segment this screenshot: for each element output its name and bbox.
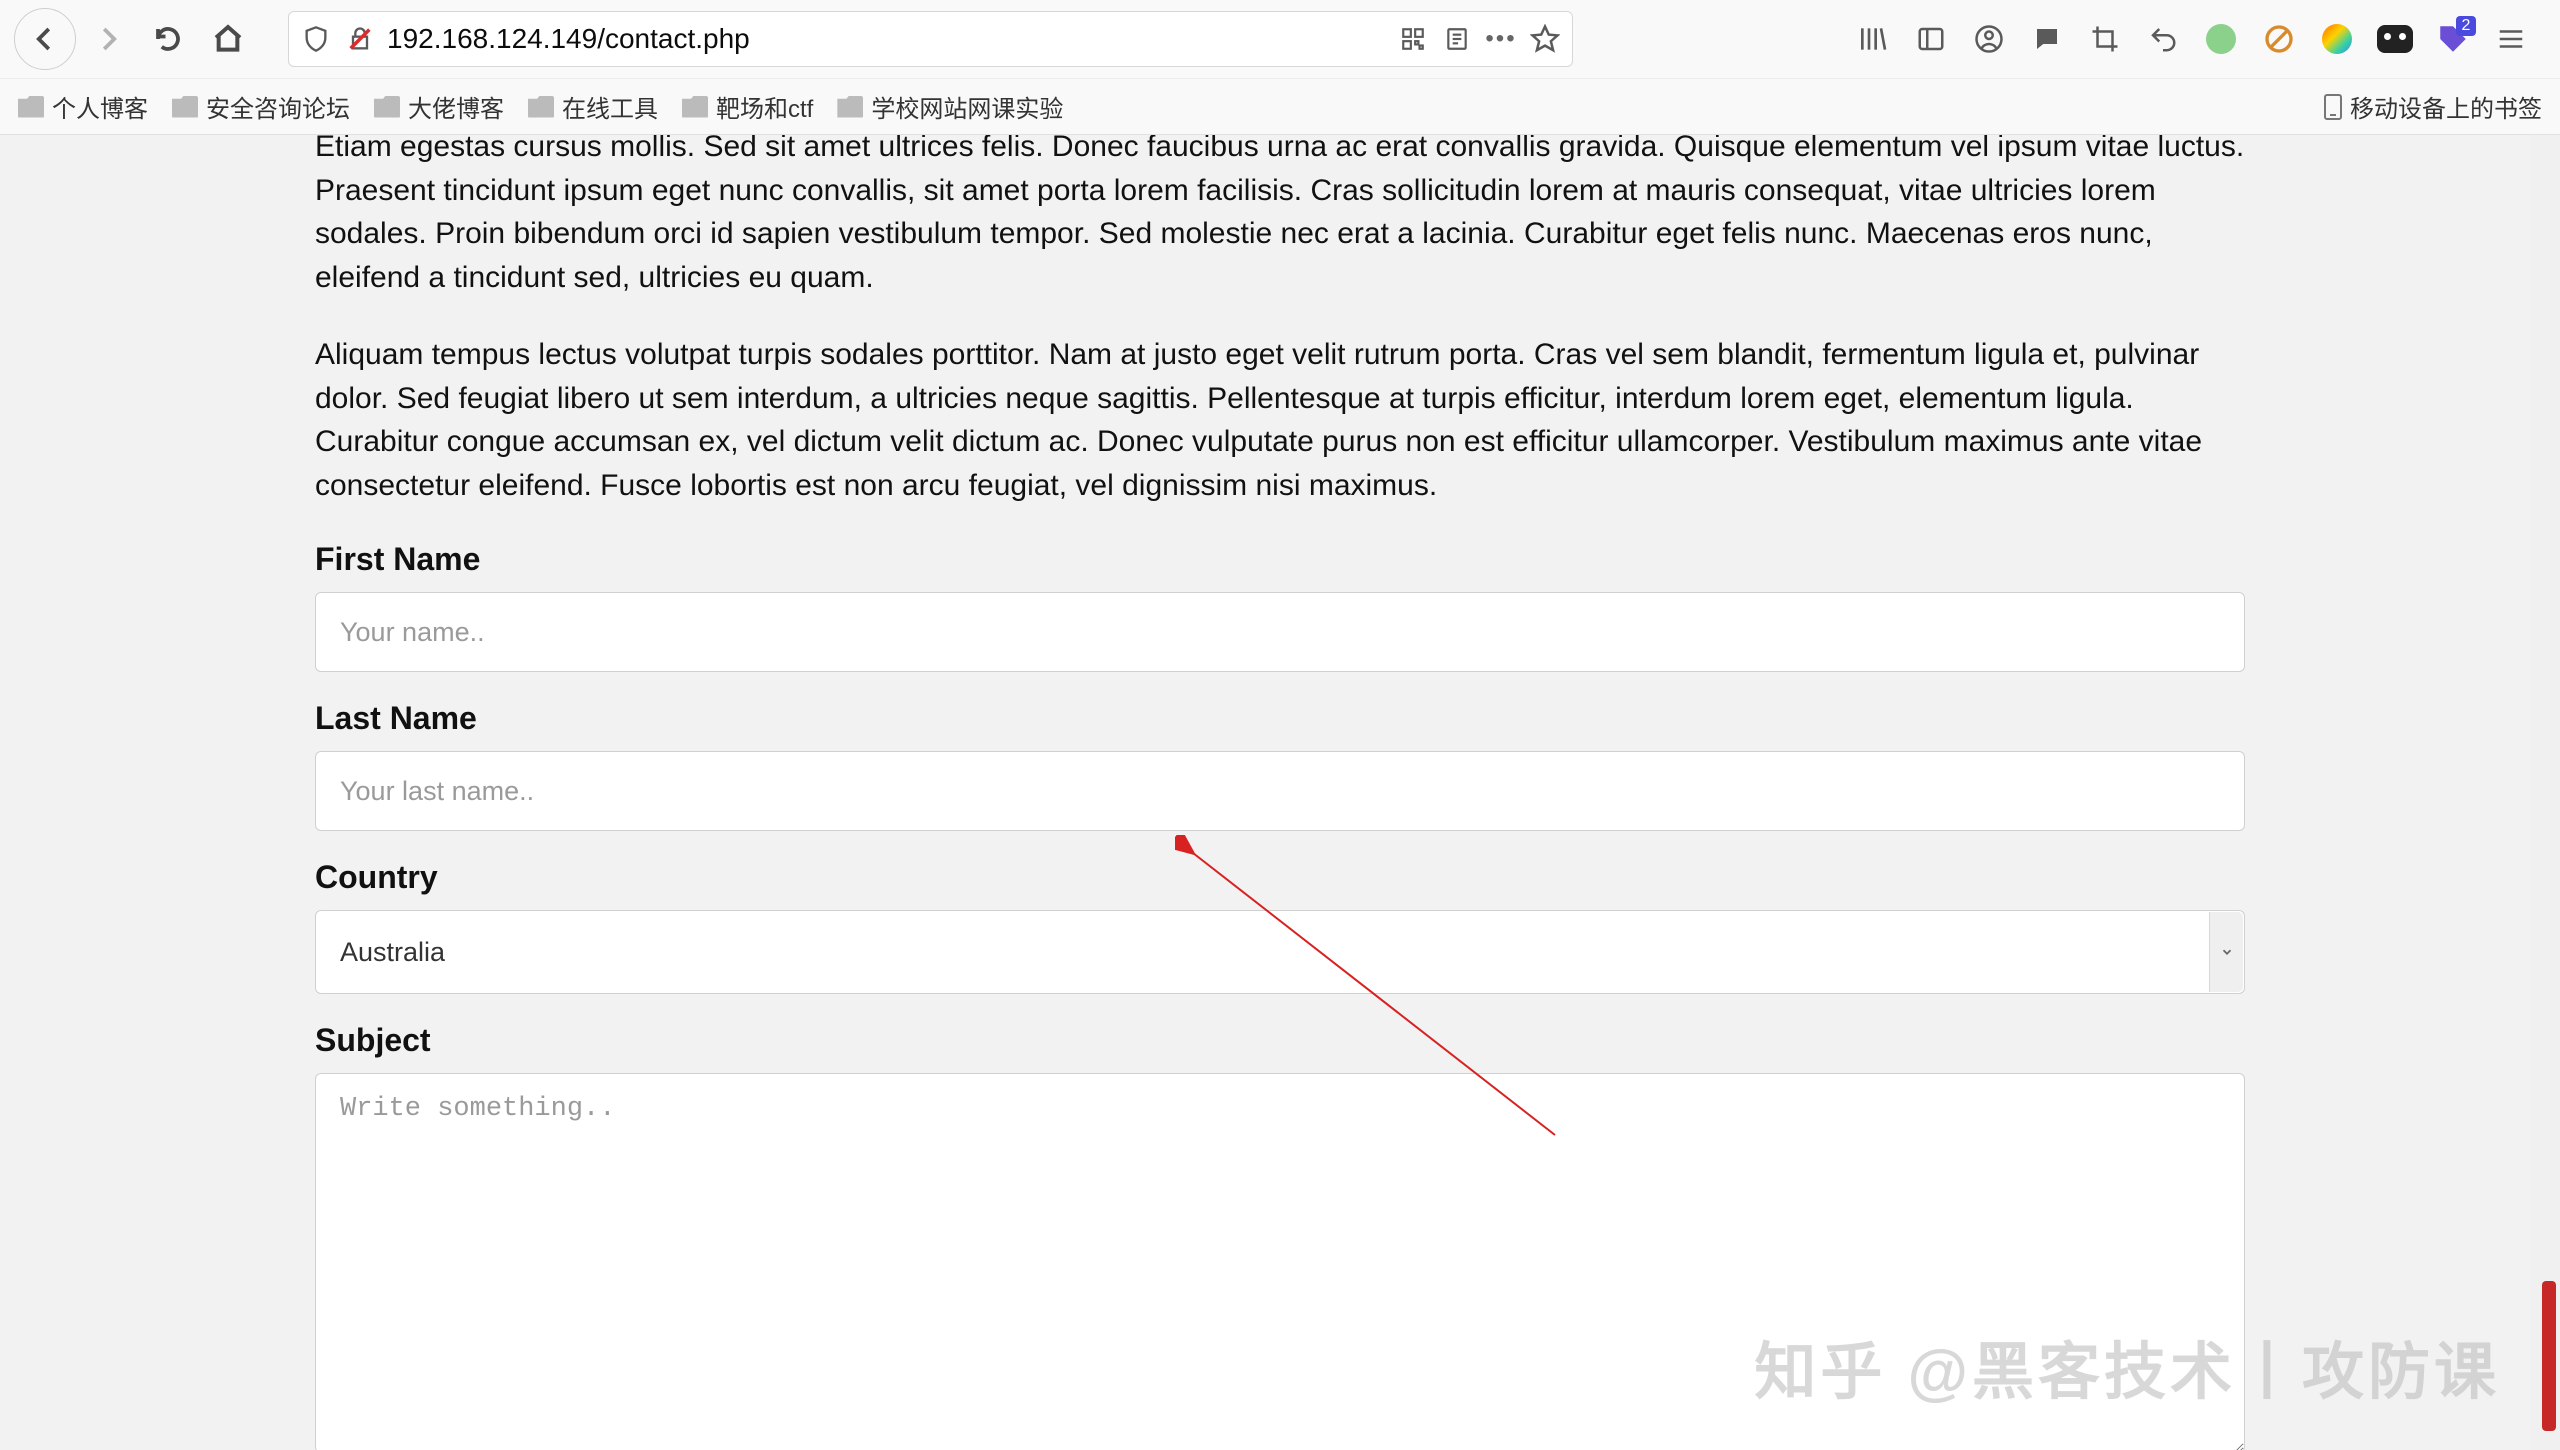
scrollbar-thumb[interactable] bbox=[2542, 1281, 2556, 1431]
last-name-input[interactable] bbox=[315, 751, 2245, 831]
subject-label: Subject bbox=[315, 1022, 2245, 1059]
qr-icon[interactable] bbox=[1396, 22, 1430, 56]
first-name-input[interactable] bbox=[315, 592, 2245, 672]
url-bar[interactable]: 192.168.124.149/contact.php ••• bbox=[288, 11, 1573, 67]
paragraph: Etiam egestas cursus mollis. Sed sit ame… bbox=[315, 135, 2245, 299]
bookmark-folder[interactable]: 安全咨询论坛 bbox=[172, 89, 350, 124]
shield-icon bbox=[299, 22, 333, 56]
bookmark-folder[interactable]: 在线工具 bbox=[528, 89, 658, 124]
bookmark-label: 移动设备上的书签 bbox=[2350, 89, 2542, 124]
ext-noentry-icon[interactable] bbox=[2254, 14, 2304, 64]
folder-icon bbox=[528, 96, 554, 118]
country-label: Country bbox=[315, 859, 2245, 896]
ext-tag-icon[interactable]: 2 bbox=[2428, 14, 2478, 64]
reload-button[interactable] bbox=[140, 11, 196, 67]
bookmark-label: 个人博客 bbox=[52, 89, 148, 124]
bookmark-folder[interactable]: 个人博客 bbox=[18, 89, 148, 124]
folder-icon bbox=[837, 96, 863, 118]
crop-icon[interactable] bbox=[2080, 14, 2130, 64]
folder-icon bbox=[172, 96, 198, 118]
url-right-icons: ••• bbox=[1396, 22, 1562, 56]
bookmark-folder[interactable]: 靶场和ctf bbox=[682, 89, 813, 124]
scrollbar-track[interactable] bbox=[2530, 135, 2560, 1450]
page-content: Etiam egestas cursus mollis. Sed sit ame… bbox=[315, 135, 2245, 1450]
country-select-wrap: Australia bbox=[315, 910, 2245, 994]
bookmark-label: 安全咨询论坛 bbox=[206, 89, 350, 124]
back-button[interactable] bbox=[14, 8, 76, 70]
page-actions-icon[interactable]: ••• bbox=[1484, 22, 1518, 56]
account-icon[interactable] bbox=[1964, 14, 2014, 64]
bookmark-label: 大佬博客 bbox=[408, 89, 504, 124]
select-chevron-icon[interactable] bbox=[2209, 912, 2243, 992]
home-button[interactable] bbox=[200, 11, 256, 67]
folder-icon bbox=[18, 96, 44, 118]
bookmark-star-icon[interactable] bbox=[1528, 22, 1562, 56]
bookmark-label: 在线工具 bbox=[562, 89, 658, 124]
toolbar-right: 2 bbox=[1848, 14, 2546, 64]
reader-icon[interactable] bbox=[1440, 22, 1474, 56]
browser-chrome: 192.168.124.149/contact.php ••• bbox=[0, 0, 2560, 135]
watermark: 知乎 @黑客技术丨攻防课 bbox=[1754, 1321, 2500, 1411]
ext-badge: 2 bbox=[2456, 16, 2476, 36]
url-text[interactable]: 192.168.124.149/contact.php bbox=[387, 23, 1386, 55]
bookmark-folder[interactable]: 学校网站网课实验 bbox=[837, 89, 1063, 124]
nav-row: 192.168.124.149/contact.php ••• bbox=[0, 0, 2560, 78]
library-icon[interactable] bbox=[1848, 14, 1898, 64]
bookmarks-bar: 个人博客 安全咨询论坛 大佬博客 在线工具 靶场和ctf 学校网站网课实验 移动… bbox=[0, 78, 2560, 134]
mobile-bookmarks[interactable]: 移动设备上的书签 bbox=[2324, 89, 2542, 124]
last-name-label: Last Name bbox=[315, 700, 2245, 737]
ext-face-icon[interactable] bbox=[2370, 14, 2420, 64]
sidebar-icon[interactable] bbox=[1906, 14, 1956, 64]
ext-green-dot-icon[interactable] bbox=[2196, 14, 2246, 64]
mobile-icon bbox=[2324, 94, 2342, 120]
insecure-icon bbox=[343, 22, 377, 56]
forward-button[interactable] bbox=[80, 11, 136, 67]
bookmark-label: 靶场和ctf bbox=[716, 89, 813, 124]
ext-rainbow-icon[interactable] bbox=[2312, 14, 2362, 64]
undo-icon[interactable] bbox=[2138, 14, 2188, 64]
paragraph: Aliquam tempus lectus volutpat turpis so… bbox=[315, 333, 2245, 507]
page-viewport: Etiam egestas cursus mollis. Sed sit ame… bbox=[0, 135, 2560, 1450]
first-name-label: First Name bbox=[315, 541, 2245, 578]
bookmark-label: 学校网站网课实验 bbox=[871, 89, 1063, 124]
chat-icon[interactable] bbox=[2022, 14, 2072, 64]
folder-icon bbox=[682, 96, 708, 118]
country-select[interactable]: Australia bbox=[315, 910, 2245, 994]
hamburger-menu-icon[interactable] bbox=[2486, 14, 2536, 64]
bookmark-folder[interactable]: 大佬博客 bbox=[374, 89, 504, 124]
folder-icon bbox=[374, 96, 400, 118]
